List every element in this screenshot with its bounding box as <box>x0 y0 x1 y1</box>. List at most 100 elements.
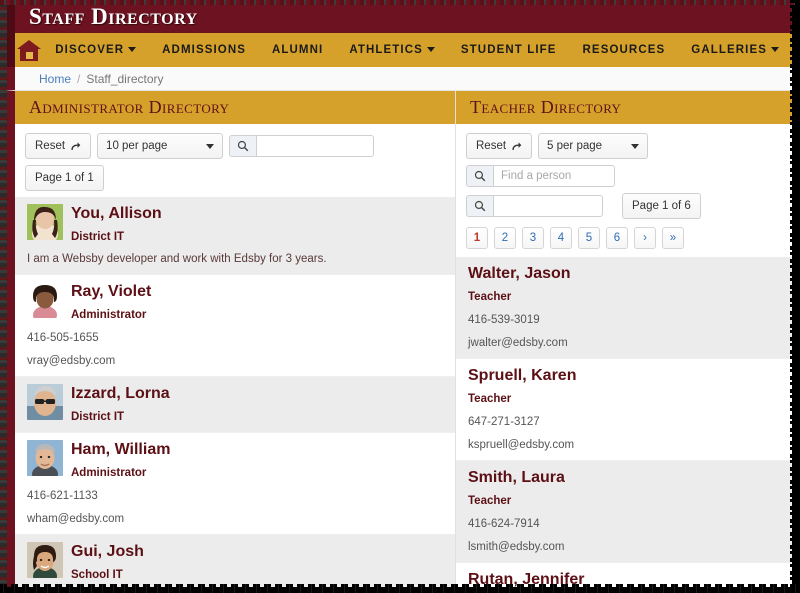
breadcrumb: Home / Staff_directory <box>4 67 792 91</box>
teacher-reset-label: Reset <box>476 140 507 152</box>
avatar <box>27 542 63 578</box>
admin-page-label: Page 1 of 1 <box>35 172 94 184</box>
page-last-button[interactable]: » <box>662 227 684 249</box>
person-role: Teacher <box>468 393 512 405</box>
directory-columns: Administrator Directory Reset 10 per pag… <box>4 91 792 587</box>
list-item[interactable]: Rutan, Jennifer Teacher <box>456 563 792 587</box>
page-button-4[interactable]: 4 <box>550 227 572 249</box>
teacher-filter-input[interactable] <box>493 195 603 217</box>
teacher-pagination: 1 2 3 4 5 6 › » <box>456 225 792 257</box>
admin-reset-button[interactable]: Reset <box>25 133 92 159</box>
teacher-reset-button[interactable]: Reset <box>466 133 533 159</box>
avatar <box>27 384 63 420</box>
avatar <box>27 440 63 476</box>
teacher-directory-title: Teacher Directory <box>470 97 622 117</box>
chevron-down-icon <box>771 47 779 53</box>
admin-search-group <box>229 135 375 157</box>
page-button-6[interactable]: 6 <box>606 227 628 249</box>
person-name: Rutan, Jennifer <box>468 571 585 587</box>
person-name: Smith, Laura <box>468 469 565 486</box>
page-next-button[interactable]: › <box>634 227 656 249</box>
nav-item-galleries[interactable]: GALLERIES <box>678 44 792 56</box>
person-phone: 416-539-3019 <box>468 314 540 326</box>
person-role: School IT <box>71 569 123 581</box>
list-item[interactable]: Walter, Jason Teacher 416-539-3019 jwalt… <box>456 257 792 359</box>
admin-search-button[interactable] <box>229 135 257 157</box>
teacher-search-button[interactable] <box>466 165 493 187</box>
person-email[interactable]: jwalter@edsby.com <box>468 337 780 349</box>
nav-item-athletics[interactable]: ATHLETICS <box>336 44 448 56</box>
person-name: Gui, Josh <box>71 543 144 560</box>
page-button-3[interactable]: 3 <box>522 227 544 249</box>
teacher-filter-bar: Page 1 of 6 <box>456 193 792 225</box>
site-header: Staff Directory <box>4 0 792 33</box>
person-email[interactable]: lsmith@edsby.com <box>468 541 780 553</box>
person-email[interactable]: kspruell@edsby.com <box>468 439 780 451</box>
home-button[interactable] <box>15 33 42 67</box>
search-icon <box>237 140 249 152</box>
list-item[interactable]: Ray, Violet Administrator 416-505-1655 v… <box>15 275 455 377</box>
chevron-down-icon <box>631 143 640 149</box>
page-button-2[interactable]: 2 <box>494 227 516 249</box>
person-bio: I am a Websby developer and work with Ed… <box>27 253 327 265</box>
page-button-1[interactable]: 1 <box>466 227 488 249</box>
home-icon <box>16 39 41 61</box>
list-item[interactable]: Gui, Josh School IT I'm really keen on c… <box>15 535 455 587</box>
browser-frame: Staff Directory DISCOVER ADMISSIONS ALUM… <box>0 0 800 593</box>
nav-label: DISCOVER <box>55 44 125 56</box>
administrator-directory-title: Administrator Directory <box>29 97 230 117</box>
page-button-5[interactable]: 5 <box>578 227 600 249</box>
person-email[interactable]: wham@edsby.com <box>27 513 443 525</box>
nav-item-alumni[interactable]: ALUMNI <box>259 44 336 56</box>
nav-item-discover[interactable]: DISCOVER <box>42 44 149 56</box>
person-phone: 416-624-7914 <box>468 518 540 530</box>
page-content: Staff Directory DISCOVER ADMISSIONS ALUM… <box>4 0 792 587</box>
teacher-search-input[interactable] <box>493 165 615 187</box>
search-icon <box>474 200 486 212</box>
teacher-directory-panel: Teacher Directory Reset 5 per page Find … <box>456 91 792 587</box>
person-email[interactable]: vray@edsby.com <box>27 355 443 367</box>
list-item[interactable]: Spruell, Karen Teacher 647-271-3127 kspr… <box>456 359 792 461</box>
administrator-directory-panel: Administrator Directory Reset 10 per pag… <box>15 91 456 587</box>
chevron-down-icon <box>128 47 137 53</box>
arrow-redo-icon <box>512 141 522 150</box>
teacher-per-page-label: 5 per page <box>547 140 603 152</box>
list-item[interactable]: Smith, Laura Teacher 416-624-7914 lsmith… <box>456 461 792 563</box>
teacher-per-page-select[interactable]: 5 per page <box>538 133 649 159</box>
breadcrumb-separator: / <box>77 71 81 86</box>
admin-per-page-label: 10 per page <box>106 140 168 152</box>
admin-search-input[interactable] <box>256 135 375 157</box>
search-icon <box>474 170 486 182</box>
person-name: Ham, William <box>71 441 171 458</box>
nav-label: RESOURCES <box>582 44 666 56</box>
teacher-page-label: Page 1 of 6 <box>632 200 691 212</box>
list-item[interactable]: You, Allison District IT I am a Websby d… <box>15 197 455 275</box>
chevron-down-icon <box>426 47 435 53</box>
nav-label: STUDENT LIFE <box>460 44 557 56</box>
list-item[interactable]: Izzard, Lorna District IT <box>15 377 455 433</box>
list-item[interactable]: Ham, William Administrator 416-621-1133 … <box>15 433 455 535</box>
nav-label: ADMISSIONS <box>162 44 246 56</box>
avatar <box>27 204 63 240</box>
nav-item-admissions[interactable]: ADMISSIONS <box>149 44 259 56</box>
person-name: Ray, Violet <box>71 283 152 300</box>
teacher-search-group <box>466 165 615 187</box>
nav-item-student-life[interactable]: STUDENT LIFE <box>448 44 570 56</box>
teacher-page-indicator: Page 1 of 6 <box>622 193 701 219</box>
admin-reset-label: Reset <box>35 140 66 152</box>
nav-item-resources[interactable]: RESOURCES <box>570 44 679 56</box>
person-name: Spruell, Karen <box>468 367 577 384</box>
admin-per-page-select[interactable]: 10 per page <box>97 133 224 159</box>
person-role: Administrator <box>71 467 147 479</box>
nav-label: ALUMNI <box>272 44 324 56</box>
teacher-filter-button[interactable] <box>466 195 493 217</box>
teacher-directory-header: Teacher Directory <box>456 91 792 124</box>
breadcrumb-current: Staff_directory <box>86 71 164 86</box>
chevron-down-icon <box>206 143 215 149</box>
nav-label: GALLERIES <box>691 44 767 56</box>
breadcrumb-home-link[interactable]: Home <box>39 72 71 86</box>
person-phone: 416-505-1655 <box>27 332 99 344</box>
person-role: Teacher <box>468 291 512 303</box>
person-role: Administrator <box>71 309 147 321</box>
person-name: Izzard, Lorna <box>71 385 170 402</box>
